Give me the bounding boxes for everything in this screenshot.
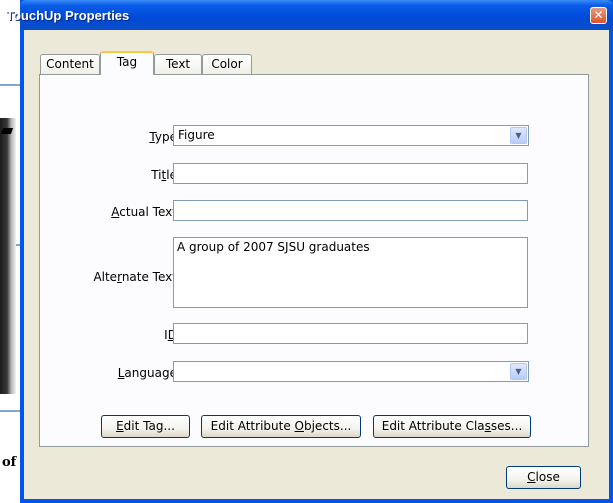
document-caption-fragment: of <box>2 455 17 470</box>
edit-attribute-classes-button[interactable]: Edit Attribute Classes... <box>373 415 531 438</box>
edit-tag-button[interactable]: Edit Tag... <box>101 415 190 438</box>
document-rule-top <box>0 84 20 86</box>
touchup-properties-dialog: TouchUp Properties ✕ Content Tag Text Co… <box>6 0 613 503</box>
tab-content[interactable]: Content <box>40 54 100 74</box>
language-dropdown[interactable]: ▼ <box>173 361 529 382</box>
tab-text[interactable]: Text <box>154 54 202 74</box>
tab-color[interactable]: Color <box>202 54 252 74</box>
tag-tab-panel: Type: Figure ▼ Title: Actual Text: Alter… <box>39 74 589 447</box>
title-input[interactable] <box>173 163 528 184</box>
tab-tag[interactable]: Tag <box>100 51 154 75</box>
alternate-text-textarea[interactable]: A group of 2007 SJSU graduates <box>173 237 528 308</box>
graduates-photo <box>0 118 16 394</box>
window-title: TouchUp Properties <box>6 8 130 23</box>
actual-text-input[interactable] <box>173 200 528 221</box>
graduation-cap-shape <box>0 128 14 134</box>
dialog-client-area: Content Tag Text Color Type: Figure ▼ Ti… <box>24 30 609 499</box>
close-icon[interactable]: ✕ <box>590 7 607 24</box>
title-bar[interactable]: TouchUp Properties ✕ <box>6 0 613 30</box>
language-label: Language: <box>117 366 181 380</box>
close-button[interactable]: Close <box>506 466 581 489</box>
type-dropdown[interactable]: Figure ▼ <box>173 125 529 146</box>
chevron-down-icon[interactable]: ▼ <box>510 127 527 144</box>
chevron-down-icon[interactable]: ▼ <box>510 363 527 380</box>
edit-attribute-objects-button[interactable]: Edit Attribute Objects... <box>201 415 361 438</box>
alternate-text-label: Alternate Text: <box>93 270 181 284</box>
actual-text-label: Actual Text: <box>111 205 181 219</box>
background-document: of <box>0 0 20 503</box>
document-rule-bottom <box>0 410 20 412</box>
type-value: Figure <box>178 128 215 142</box>
id-input[interactable] <box>173 323 528 344</box>
